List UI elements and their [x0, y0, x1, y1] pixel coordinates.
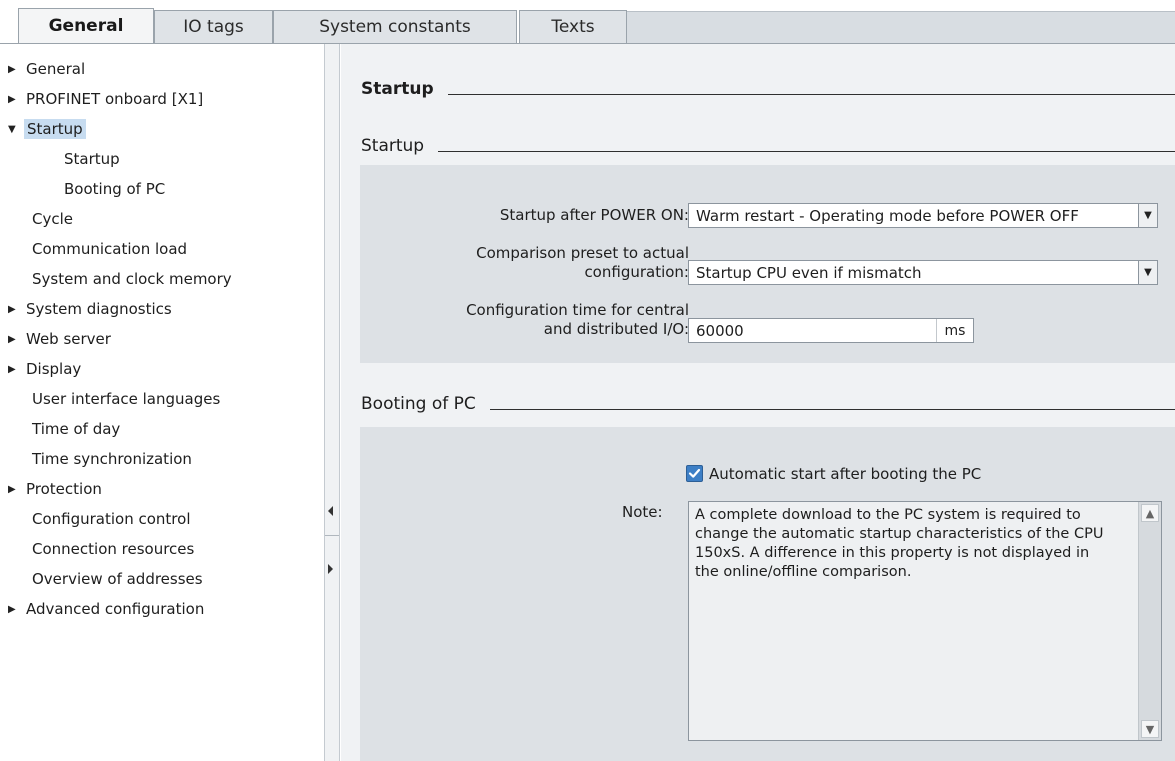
nav-item-time-synchronization[interactable]: Time synchronization: [8, 444, 324, 474]
nav-item-label: Communication load: [32, 240, 188, 258]
expanded-arrow-icon[interactable]: ▼: [8, 124, 24, 135]
nav-item-label: General: [26, 60, 86, 78]
collapsed-arrow-icon[interactable]: ▶: [8, 304, 24, 315]
nav-item-system-diagnostics[interactable]: ▶ System diagnostics: [8, 294, 324, 324]
config-time-input[interactable]: 60000 ms: [688, 318, 974, 343]
scroll-up-icon[interactable]: ▲: [1141, 504, 1159, 522]
nav-item-startup[interactable]: ▼ Startup: [8, 114, 324, 144]
config-time-unit: ms: [936, 319, 973, 342]
nav-item-label: Time of day: [32, 420, 121, 438]
nav-item-configuration-control[interactable]: Configuration control: [8, 504, 324, 534]
nav-item-advanced-configuration[interactable]: ▶ Advanced configuration: [8, 594, 324, 624]
note-textbox[interactable]: A complete download to the PC system is …: [688, 501, 1162, 741]
nav-item-overview-of-addresses[interactable]: Overview of addresses: [8, 564, 324, 594]
section-underline: [438, 150, 1175, 152]
chevron-down-icon[interactable]: ▼: [1138, 261, 1157, 284]
editor-tab-bar: General IO tags System constants Texts: [0, 0, 1175, 44]
select-value: Warm restart - Operating mode before POW…: [696, 206, 1079, 225]
startup-section-header: Startup: [361, 131, 1175, 161]
scroll-down-icon[interactable]: ▼: [1141, 720, 1159, 738]
collapsed-arrow-icon[interactable]: ▶: [8, 604, 24, 615]
nav-item-label: Web server: [26, 330, 111, 348]
nav-item-system-clock-memory[interactable]: System and clock memory: [8, 264, 324, 294]
nav-item-protection[interactable]: ▶ Protection: [8, 474, 324, 504]
tab-texts[interactable]: Texts: [519, 10, 627, 43]
nav-item-label: User interface languages: [32, 390, 221, 408]
booting-section-header: Booting of PC: [361, 389, 1175, 419]
pane-splitter[interactable]: [324, 44, 340, 761]
comparison-preset-select[interactable]: Startup CPU even if mismatch ▼: [688, 260, 1158, 285]
nav-item-label: Time synchronization: [32, 450, 192, 468]
nav-item-user-interface-languages[interactable]: User interface languages: [8, 384, 324, 414]
note-text: A complete download to the PC system is …: [695, 507, 1104, 580]
startup-section-title: Startup: [361, 136, 425, 156]
nav-item-label: PROFINET onboard [X1]: [26, 90, 204, 108]
nav-item-label: Advanced configuration: [26, 600, 205, 618]
nav-item-label: Protection: [26, 480, 102, 498]
nav-item-label: Startup: [64, 150, 120, 168]
nav-item-startup-child[interactable]: Startup: [8, 144, 324, 174]
collapsed-arrow-icon[interactable]: ▶: [8, 484, 24, 495]
tab-system-constants[interactable]: System constants: [273, 10, 517, 43]
tab-general[interactable]: General: [18, 8, 154, 43]
nav-item-booting-of-pc[interactable]: Booting of PC: [8, 174, 324, 204]
nav-item-web-server[interactable]: ▶ Web server: [8, 324, 324, 354]
nav-item-communication-load[interactable]: Communication load: [8, 234, 324, 264]
splitter-divider: [325, 535, 339, 536]
tab-bar-background: [627, 11, 1175, 43]
nav-item-label: Overview of addresses: [32, 570, 203, 588]
properties-nav-tree: ▶ General ▶ PROFINET onboard [X1] ▼ Star…: [8, 54, 324, 761]
comparison-preset-label-line1: Comparison preset to actual: [476, 244, 689, 262]
collapse-left-icon[interactable]: [328, 506, 333, 516]
note-label: Note:: [622, 503, 663, 521]
collapsed-arrow-icon[interactable]: ▶: [8, 64, 24, 75]
note-scrollbar[interactable]: ▲ ▼: [1138, 502, 1161, 740]
nav-item-label: System diagnostics: [26, 300, 172, 318]
config-time-label-line2: and distributed I/O:: [543, 320, 689, 338]
nav-item-label: Display: [26, 360, 82, 378]
nav-item-label: System and clock memory: [32, 270, 232, 288]
nav-item-cycle[interactable]: Cycle: [8, 204, 324, 234]
section-underline: [489, 408, 1175, 410]
booting-section-title: Booting of PC: [361, 394, 476, 414]
nav-item-display[interactable]: ▶ Display: [8, 354, 324, 384]
chevron-down-icon[interactable]: ▼: [1138, 204, 1157, 227]
auto-start-checkbox[interactable]: [686, 465, 703, 482]
nav-item-label: Startup: [24, 119, 86, 139]
nav-item-general[interactable]: ▶ General: [8, 54, 324, 84]
nav-item-connection-resources[interactable]: Connection resources: [8, 534, 324, 564]
startup-after-power-on-label: Startup after POWER ON:: [499, 206, 689, 224]
auto-start-label[interactable]: Automatic start after booting the PC: [709, 465, 981, 483]
expand-right-icon[interactable]: [328, 564, 333, 574]
nav-item-time-of-day[interactable]: Time of day: [8, 414, 324, 444]
startup-after-power-on-select[interactable]: Warm restart - Operating mode before POW…: [688, 203, 1158, 228]
collapsed-arrow-icon[interactable]: ▶: [8, 334, 24, 345]
config-time-label-line1: Configuration time for central: [466, 301, 689, 319]
collapsed-arrow-icon[interactable]: ▶: [8, 94, 24, 105]
main-section-title: Startup: [361, 79, 434, 99]
tab-io-tags[interactable]: IO tags: [154, 10, 273, 43]
nav-item-label: Booting of PC: [64, 180, 166, 198]
select-value: Startup CPU even if mismatch: [696, 263, 922, 282]
collapsed-arrow-icon[interactable]: ▶: [8, 364, 24, 375]
section-underline: [447, 93, 1175, 95]
config-time-value[interactable]: 60000: [689, 322, 936, 340]
checkmark-icon: [688, 468, 701, 478]
nav-item-label: Cycle: [32, 210, 73, 228]
nav-item-label: Connection resources: [32, 540, 195, 558]
comparison-preset-label-line2: configuration:: [584, 263, 689, 281]
nav-item-label: Configuration control: [32, 510, 191, 528]
main-section-header: Startup: [361, 74, 1175, 104]
nav-item-profinet-onboard[interactable]: ▶ PROFINET onboard [X1]: [8, 84, 324, 114]
